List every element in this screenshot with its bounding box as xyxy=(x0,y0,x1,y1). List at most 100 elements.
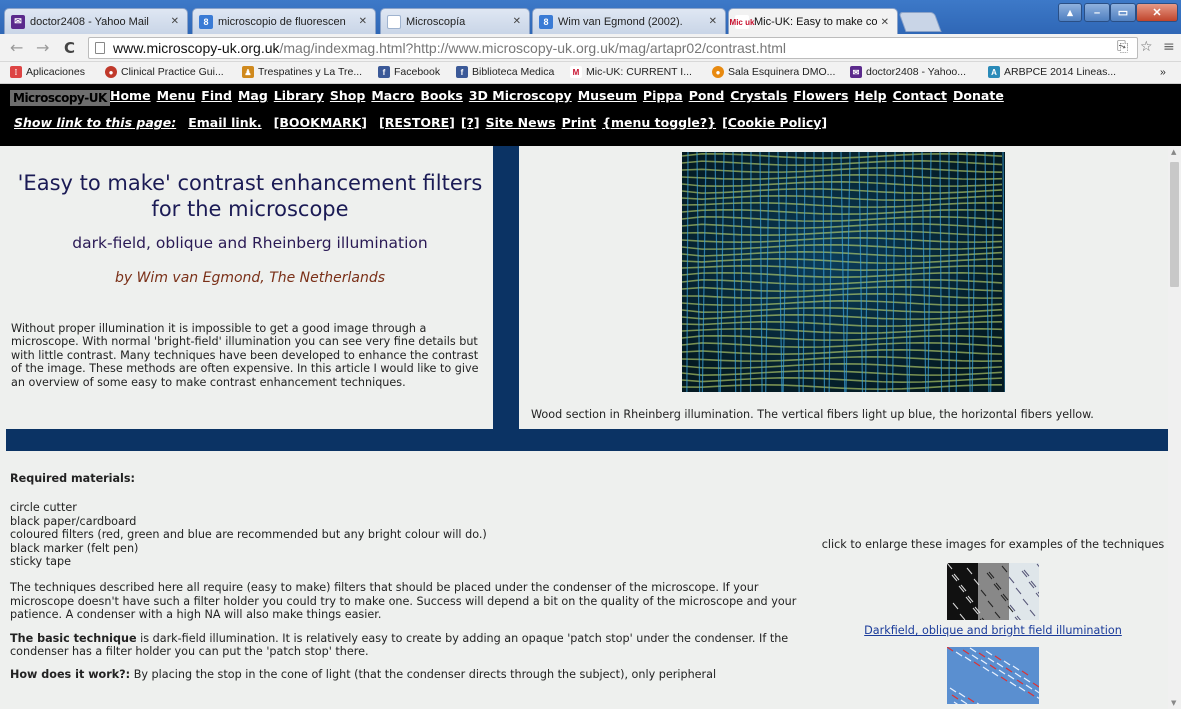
page-icon xyxy=(387,14,401,29)
help-link[interactable]: [?] xyxy=(461,115,480,130)
technique-examples: click to enlarge these images for exampl… xyxy=(818,538,1168,708)
micuk-icon: M xyxy=(570,66,582,78)
page-scrollbar[interactable]: ▲ ▼ xyxy=(1168,146,1181,709)
nav-library[interactable]: Library xyxy=(274,88,324,103)
sala-icon: ● xyxy=(712,66,724,78)
darkfield-link[interactable]: Darkfield, oblique and bright field illu… xyxy=(818,624,1168,637)
nav-crystals[interactable]: Crystals xyxy=(730,88,787,103)
mail-icon: ✉ xyxy=(11,14,25,29)
menu-toggle-link[interactable]: {menu toggle?} xyxy=(602,115,716,130)
nav-macro[interactable]: Macro xyxy=(371,88,414,103)
tab-wim-van-egmond[interactable]: 8 Wim van Egmond (2002). ✕ xyxy=(532,8,726,34)
rheinberg-picture xyxy=(947,647,1039,704)
close-icon[interactable]: ✕ xyxy=(171,16,179,27)
paragraph-filters: The techniques described here all requir… xyxy=(10,581,797,622)
show-link-label[interactable]: Show link to this page: xyxy=(14,115,176,130)
nav-museum[interactable]: Museum xyxy=(578,88,637,103)
nav-mag[interactable]: Mag xyxy=(238,88,268,103)
arbpce-icon: A xyxy=(988,66,1000,78)
back-button[interactable]: ← xyxy=(10,39,23,57)
how-it-works-label: How does it work?: xyxy=(10,668,131,682)
bookmark-label: Aplicaciones xyxy=(26,66,85,78)
site-header: Microscopy-UK Home Menu Find Mag Library… xyxy=(0,84,1181,146)
article-intro: Without proper illumination it is imposs… xyxy=(11,322,479,389)
nav-shop[interactable]: Shop xyxy=(330,88,365,103)
user-icon[interactable]: ▴ xyxy=(1058,3,1082,22)
rheinberg-wood-picture xyxy=(682,152,1005,392)
tab-microscopia[interactable]: Microscopía ✕ xyxy=(380,8,530,34)
nav-pond[interactable]: Pond xyxy=(689,88,725,103)
forward-button[interactable]: → xyxy=(36,39,49,57)
nav-3d-microscopy[interactable]: 3D Microscopy xyxy=(469,88,572,103)
nav-find[interactable]: Find xyxy=(201,88,232,103)
close-icon[interactable]: ✕ xyxy=(881,17,889,28)
how-it-works-text: By placing the stop in the cone of light… xyxy=(130,668,717,682)
bookmark-label: Facebook xyxy=(394,66,441,78)
tab-label: doctor2408 - Yahoo Mail xyxy=(30,15,149,28)
nav-contact[interactable]: Contact xyxy=(893,88,947,103)
bookmark-yahoo-mail[interactable]: ✉ doctor2408 - Yahoo... xyxy=(850,66,966,78)
section-banner xyxy=(6,429,1168,451)
tab-mic-uk[interactable]: Mic uk Mic-UK: Easy to make con ✕ xyxy=(728,8,898,35)
bookmark-facebook[interactable]: f Facebook xyxy=(378,66,440,78)
restore-link[interactable]: [RESTORE] xyxy=(379,115,455,130)
bookmark-label: Clinical Practice Gui... xyxy=(121,66,224,78)
close-icon[interactable]: ✕ xyxy=(513,16,521,27)
scrollbar-thumb[interactable] xyxy=(1170,162,1179,287)
article-subtitle: dark-field, oblique and Rheinberg illumi… xyxy=(72,234,428,252)
scroll-down-icon[interactable]: ▼ xyxy=(1171,699,1176,707)
nav-donate[interactable]: Donate xyxy=(953,88,1004,103)
mail-icon: ✉ xyxy=(850,66,862,78)
page-icon xyxy=(95,42,105,54)
address-bar[interactable]: www.microscopy-uk.org.uk/mag/indexmag.ht… xyxy=(88,37,1138,59)
scroll-up-icon[interactable]: ▲ xyxy=(1171,148,1176,156)
tab-microscopio-search[interactable]: 8 microscopio de fluorescen ✕ xyxy=(192,8,376,34)
url-path: /mag/indexmag.html?http://www.microscopy… xyxy=(279,40,787,56)
menu-icon[interactable]: ≡ xyxy=(1163,39,1175,55)
bookmark-biblioteca-medica[interactable]: f Biblioteca Medica xyxy=(456,66,554,78)
email-link[interactable]: Email link. xyxy=(188,115,261,130)
bookmark-label: doctor2408 - Yahoo... xyxy=(866,66,967,78)
minimize-button[interactable]: – xyxy=(1084,3,1110,22)
nav-books[interactable]: Books xyxy=(420,88,462,103)
new-tab-button[interactable] xyxy=(898,12,942,32)
print-link[interactable]: Print xyxy=(562,115,597,130)
tab-label: Mic-UK: Easy to make con xyxy=(754,16,877,28)
maximize-button[interactable]: ▭ xyxy=(1110,3,1136,22)
bookmark-mic-uk-current[interactable]: M Mic-UK: CURRENT I... xyxy=(570,66,692,78)
bookmark-arbpce[interactable]: A ARBPCE 2014 Lineas... xyxy=(988,66,1116,78)
reload-button[interactable]: C xyxy=(64,39,75,57)
tab-yahoo-mail[interactable]: ✉ doctor2408 - Yahoo Mail ✕ xyxy=(4,8,188,34)
bookmark-aplicaciones[interactable]: ⁞ Aplicaciones xyxy=(10,66,85,78)
site-news-link[interactable]: Site News xyxy=(486,115,556,130)
article-image-panel: Wood section in Rheinberg illumination. … xyxy=(519,146,1168,429)
site-logo[interactable]: Microscopy-UK xyxy=(10,90,110,106)
nav-help[interactable]: Help xyxy=(854,88,886,103)
wood-section-image[interactable] xyxy=(682,152,1005,392)
darkfield-picture xyxy=(947,563,1039,620)
nav-menu[interactable]: Menu xyxy=(157,88,196,103)
article-author: by Wim van Egmond, The Netherlands xyxy=(114,270,386,286)
article-intro-panel: 'Easy to make' contrast enhancement filt… xyxy=(0,146,493,429)
rheinberg-thumbnail[interactable] xyxy=(947,647,1039,704)
tab-strip: ✉ doctor2408 - Yahoo Mail ✕ 8 microscopi… xyxy=(0,0,1181,35)
star-icon[interactable]: ☆ xyxy=(1140,39,1153,55)
window-close-button[interactable]: ✕ xyxy=(1136,3,1178,22)
bookmark-clinical-practice[interactable]: ● Clinical Practice Gui... xyxy=(105,66,224,78)
translate-icon[interactable]: ⎘ xyxy=(1117,39,1128,55)
bookmark-trespatines[interactable]: ♟ Trespatines y La Tre... xyxy=(242,66,362,78)
close-icon[interactable]: ✕ xyxy=(709,16,717,27)
bookmark-sala-esquinera[interactable]: ● Sala Esquinera DMO... xyxy=(712,66,835,78)
cookie-policy-link[interactable]: [Cookie Policy] xyxy=(722,115,827,130)
figure-icon: ♟ xyxy=(242,66,254,78)
tab-label: Microscopía xyxy=(406,15,466,28)
darkfield-thumbnail[interactable] xyxy=(947,563,1039,620)
nav-home[interactable]: Home xyxy=(110,88,151,103)
bookmark-link[interactable]: [BOOKMARK] xyxy=(274,115,367,130)
bookmarks-overflow-button[interactable]: » xyxy=(1160,66,1166,78)
nav-flowers[interactable]: Flowers xyxy=(793,88,848,103)
materials-item: circle cutter xyxy=(10,501,77,515)
close-icon[interactable]: ✕ xyxy=(359,16,367,27)
nav-pippa[interactable]: Pippa xyxy=(643,88,683,103)
bookmark-label: Mic-UK: CURRENT I... xyxy=(586,66,692,78)
